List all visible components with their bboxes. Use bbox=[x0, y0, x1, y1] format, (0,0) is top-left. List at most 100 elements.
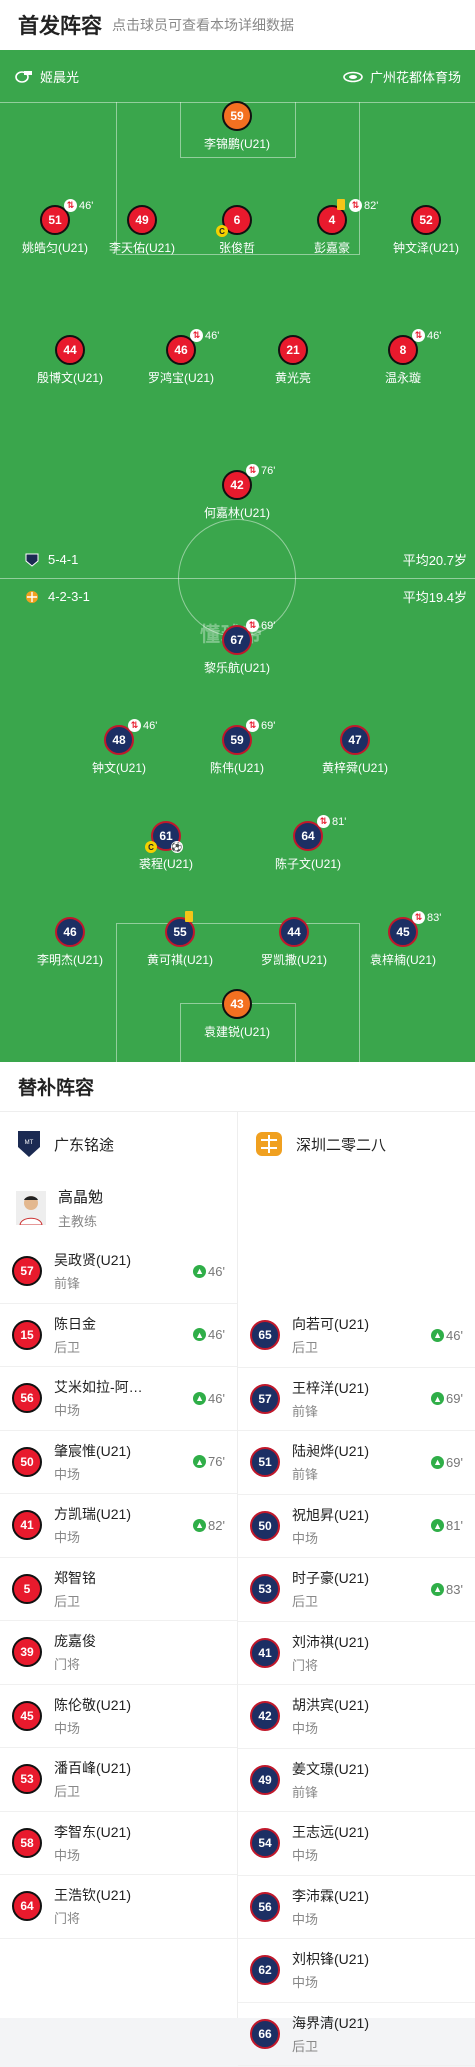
coach-avatar-icon bbox=[16, 1191, 46, 1225]
sub-in-time: ▲ 69' bbox=[431, 1455, 463, 1470]
sub-player-row[interactable]: 66 海界清(U21) 后卫 bbox=[238, 2003, 475, 2066]
sub-player-row[interactable]: 50 祝旭昇(U21) 中场 ▲ 81' bbox=[238, 1495, 475, 1558]
pitch-player[interactable]: 42 ⇅ 76' 何嘉林(U21) bbox=[182, 464, 292, 521]
pitch-player[interactable]: 43 袁建锐(U21) bbox=[182, 989, 292, 1040]
sub-player-name: 王浩钦(U21) bbox=[54, 1887, 132, 1904]
away-team-crest-icon bbox=[26, 590, 38, 603]
sub-player-row[interactable]: 53 时子豪(U21) 后卫 ▲ 83' bbox=[238, 1558, 475, 1622]
sub-player-name: 庞嘉俊 bbox=[54, 1633, 96, 1650]
sub-player-row[interactable]: 57 王梓洋(U21) 前锋 ▲ 69' bbox=[238, 1368, 475, 1431]
substitution-out-icon: ⇅ bbox=[317, 815, 330, 828]
player-number-badge: 58 bbox=[12, 1827, 42, 1858]
substitution-marker: ⇅ 81' bbox=[317, 815, 346, 828]
sub-player-row[interactable]: 64 王浩钦(U21) 门将 bbox=[0, 1875, 237, 1939]
sub-in-minute: 69' bbox=[446, 1454, 463, 1470]
pitch-player[interactable]: 67 ⇅ 69' 黎乐航(U21) bbox=[182, 619, 292, 676]
away-team-header[interactable]: 深圳二零二八 bbox=[238, 1112, 475, 1176]
sub-player-row[interactable]: 58 李智东(U21) 中场 bbox=[0, 1812, 237, 1875]
player-number-badge: 21 bbox=[278, 335, 308, 365]
sub-in-time: ▲ 46' bbox=[193, 1264, 225, 1279]
sub-player-row[interactable]: 56 李沛霖(U21) 中场 bbox=[238, 1876, 475, 1939]
pitch-player[interactable]: 48 ⇅ 46' 钟文(U21) bbox=[64, 719, 174, 776]
pitch-player[interactable]: 47 黄梓舜(U21) bbox=[300, 725, 410, 776]
sub-player-row[interactable]: 49 姜文璟(U21) 前锋 bbox=[238, 1749, 475, 1812]
player-number-badge: 44 bbox=[55, 335, 85, 365]
pitch-player[interactable]: 8 ⇅ 46' 温永璇 bbox=[348, 329, 458, 386]
player-number-badge: 65 bbox=[250, 1320, 280, 1351]
player-number-badge: 47 bbox=[340, 725, 370, 755]
sub-player-position: 后卫 bbox=[292, 2038, 319, 2054]
sub-in-minute: 81' bbox=[446, 1518, 463, 1534]
player-name: 殷博文(U21) bbox=[36, 371, 103, 385]
sub-in-minute: 83' bbox=[446, 1581, 463, 1597]
sub-player-row[interactable]: 65 向若可(U21) 后卫 ▲ 46' bbox=[238, 1304, 475, 1368]
sub-player-row[interactable]: 41 方凯瑞(U21) 中场 ▲ 82' bbox=[0, 1494, 237, 1558]
sub-player-row[interactable]: 54 王志远(U21) 中场 bbox=[238, 1812, 475, 1876]
away-formation: 4-2-3-1 bbox=[48, 589, 90, 604]
player-number-badge: 51 bbox=[250, 1447, 280, 1478]
pitch-player[interactable]: 61 C ⚽ 裘程(U21) bbox=[111, 821, 221, 872]
player-name: 裘程(U21) bbox=[138, 857, 193, 871]
player-number-badge: 57 bbox=[12, 1256, 42, 1287]
sub-in-arrow-icon: ▲ bbox=[193, 1264, 207, 1278]
substitution-out-icon: ⇅ bbox=[128, 719, 141, 732]
substitution-minute: 69' bbox=[261, 719, 276, 732]
sub-player-row[interactable]: 45 陈伦敬(U21) 中场 bbox=[0, 1685, 237, 1748]
sub-player-row[interactable]: 39 庞嘉俊 门将 bbox=[0, 1621, 237, 1685]
sub-player-row[interactable]: 5 郑智铭 后卫 bbox=[0, 1558, 237, 1621]
pitch-player[interactable]: 46 ⇅ 46' 罗鸿宝(U21) bbox=[126, 329, 236, 386]
sub-player-row[interactable]: 50 肇宸惟(U21) 中场 ▲ 76' bbox=[0, 1431, 237, 1494]
sub-player-row[interactable]: 56 艾米如拉-阿… 中场 ▲ 46' bbox=[0, 1367, 237, 1431]
yellow-card-icon bbox=[185, 911, 193, 922]
sub-player-row[interactable]: 41 刘沛祺(U21) 门将 bbox=[238, 1622, 475, 1685]
sub-player-name: 刘枳锋(U21) bbox=[292, 1951, 370, 1968]
home-team-crest-icon bbox=[25, 553, 39, 567]
subs-title: 替补阵容 bbox=[0, 1062, 475, 1112]
sub-player-row[interactable]: 15 陈日金 后卫 ▲ 46' bbox=[0, 1304, 237, 1367]
sub-player-position: 门将 bbox=[54, 1657, 81, 1673]
player-number-badge: 66 bbox=[250, 2018, 280, 2049]
sub-in-minute: 46' bbox=[208, 1327, 225, 1343]
sub-player-position: 中场 bbox=[54, 1466, 81, 1482]
player-number-badge: 42 bbox=[250, 1701, 280, 1732]
sub-player-row[interactable]: 42 胡洪宾(U21) 中场 bbox=[238, 1685, 475, 1749]
sub-player-position: 后卫 bbox=[292, 1594, 319, 1610]
pitch-player[interactable]: 44 殷博文(U21) bbox=[15, 335, 125, 386]
sub-player-row[interactable]: 57 吴政贤(U21) 前锋 ▲ 46' bbox=[0, 1240, 237, 1304]
pitch-player[interactable]: 46 李明杰(U21) bbox=[15, 917, 125, 968]
pitch-player[interactable]: 49 李天佑(U21) bbox=[87, 205, 197, 256]
sub-in-time: ▲ 46' bbox=[193, 1327, 225, 1342]
coach-role: 主教练 bbox=[58, 1214, 98, 1229]
sub-player-row[interactable]: 62 刘枳锋(U21) 中场 bbox=[238, 1939, 475, 2003]
sub-player-position: 中场 bbox=[292, 1530, 319, 1546]
player-number-badge: 50 bbox=[250, 1510, 280, 1541]
player-name: 钟文(U21) bbox=[91, 761, 146, 775]
pitch-player[interactable]: 44 罗凯撒(U21) bbox=[239, 917, 349, 968]
pitch-player[interactable]: 52 钟文泽(U21) bbox=[371, 205, 475, 256]
substitution-out-icon: ⇅ bbox=[349, 199, 362, 212]
sub-in-time: ▲ 46' bbox=[193, 1391, 225, 1406]
pitch-player[interactable]: 64 ⇅ 81' 陈子文(U21) bbox=[253, 815, 363, 872]
player-number-badge: 15 bbox=[12, 1319, 42, 1350]
pitch-player[interactable]: 59 ⇅ 69' 陈伟(U21) bbox=[182, 719, 292, 776]
away-avg-age: 平均19.4岁 bbox=[402, 590, 467, 605]
substitution-out-icon: ⇅ bbox=[246, 719, 259, 732]
sub-player-name: 时子豪(U21) bbox=[292, 1570, 370, 1587]
home-formation: 5-4-1 bbox=[48, 552, 79, 567]
sub-player-name: 艾米如拉-阿… bbox=[54, 1379, 143, 1396]
pitch-player[interactable]: 59 李锦鹏(U21) bbox=[182, 101, 292, 152]
sub-player-row[interactable]: 51 陆昶烨(U21) 前锋 ▲ 69' bbox=[238, 1431, 475, 1495]
player-number-badge: 56 bbox=[250, 1891, 280, 1922]
substitution-marker: ⇅ 69' bbox=[246, 619, 275, 632]
sub-in-minute: 82' bbox=[208, 1517, 225, 1533]
pitch-player[interactable]: 45 ⇅ 83' 袁梓楠(U21) bbox=[348, 911, 458, 968]
pitch-player[interactable]: 6 C 张俊哲 bbox=[182, 205, 292, 256]
player-number-badge: 44 bbox=[279, 917, 309, 947]
pitch-player[interactable]: 55 黄可祺(U21) bbox=[125, 911, 235, 968]
home-team-header[interactable]: MT 广东铭途 bbox=[0, 1112, 237, 1176]
sub-player-row[interactable]: 53 潘百峰(U21) 后卫 bbox=[0, 1748, 237, 1812]
home-coach[interactable]: 高晶勉 主教练 bbox=[0, 1176, 237, 1240]
football-pitch: 姬晨光 广州花都体育场 懂球帝 5-4-1 平均20.7岁 4-2-3-1 平均… bbox=[0, 50, 475, 1062]
player-name: 黄可祺(U21) bbox=[146, 953, 213, 967]
pitch-player[interactable]: 21 黄光亮 bbox=[238, 335, 348, 386]
